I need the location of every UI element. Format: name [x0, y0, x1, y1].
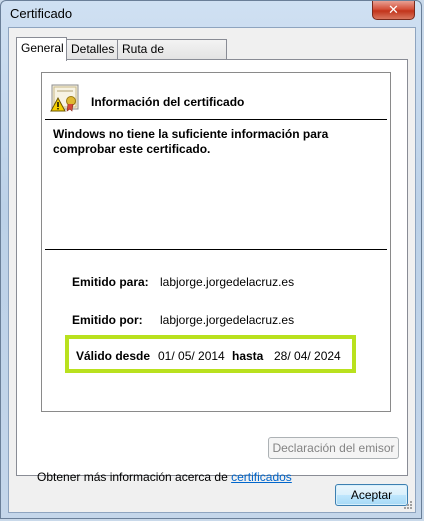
title-bar[interactable]: Certificado ✕: [1, 1, 421, 27]
tab-certification-path[interactable]: Ruta de certificación: [117, 39, 227, 75]
close-icon: ✕: [388, 2, 399, 18]
issuer-statement-button[interactable]: Declaración del emisor: [268, 437, 399, 459]
issued-to-value: labjorge.jorgedelacruz.es: [160, 275, 295, 289]
more-info-text: Obtener más información acerca de certif…: [37, 470, 292, 484]
verification-warning: Windows no tiene la suficiente informaci…: [53, 127, 329, 156]
issued-by-label: Emitido por:: [72, 313, 143, 327]
tab-general-label: General: [21, 41, 64, 55]
valid-to-value: 28/ 04/ 2024: [274, 349, 341, 363]
validity-highlight-box: Válido desde 01/ 05/ 2014 hasta 28/ 04/ …: [65, 335, 356, 373]
certificate-warning-icon: [50, 84, 79, 112]
tab-details-label: Detalles: [71, 42, 115, 56]
certificate-info-box: Información del certificado Windows no t…: [41, 72, 391, 412]
tab-general[interactable]: General: [16, 37, 67, 61]
issued-by-value: labjorge.jorgedelacruz.es: [160, 313, 295, 327]
certificates-link[interactable]: certificados: [231, 470, 292, 484]
valid-to-label: hasta: [232, 349, 264, 363]
close-button[interactable]: ✕: [372, 1, 415, 20]
certificate-dialog: Certificado ✕ General Detalles Ruta de c…: [0, 0, 422, 519]
header-divider: [45, 119, 387, 120]
general-tab-panel: Información del certificado Windows no t…: [16, 59, 408, 484]
issued-to-label: Emitido para:: [72, 275, 149, 289]
dialog-client-area: General Detalles Ruta de certificación: [8, 27, 416, 513]
certificate-info-header: Información del certificado: [91, 95, 245, 109]
valid-from-value: 01/ 05/ 2014: [158, 349, 225, 363]
accept-button[interactable]: Aceptar: [335, 484, 408, 506]
more-info-prefix: Obtener más información acerca de: [37, 470, 228, 484]
resize-grip-icon[interactable]: [403, 500, 413, 510]
details-divider: [45, 249, 387, 250]
valid-from-label: Válido desde: [76, 349, 151, 363]
tab-details[interactable]: Detalles: [66, 39, 118, 59]
window-title: Certificado: [10, 6, 73, 21]
